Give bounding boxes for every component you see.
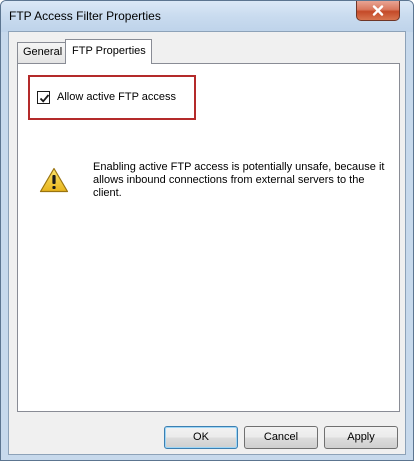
dialog-client-area: General FTP Properties Allow active FTP … bbox=[8, 31, 406, 455]
apply-button[interactable]: Apply bbox=[324, 426, 398, 449]
allow-active-ftp-label[interactable]: Allow active FTP access bbox=[57, 91, 176, 103]
window-title: FTP Access Filter Properties bbox=[9, 9, 161, 23]
ok-button[interactable]: OK bbox=[164, 426, 238, 449]
checkmark-icon bbox=[39, 93, 50, 103]
warning-triangle-icon bbox=[39, 167, 69, 193]
tab-ftp-properties[interactable]: FTP Properties bbox=[65, 39, 152, 64]
close-icon bbox=[372, 5, 384, 16]
tab-general[interactable]: General bbox=[17, 42, 66, 63]
allow-active-ftp-option[interactable]: Allow active FTP access bbox=[37, 90, 176, 104]
allow-active-ftp-checkbox[interactable] bbox=[37, 90, 50, 104]
close-button[interactable] bbox=[356, 1, 400, 21]
ftp-properties-panel: Allow active FTP access Enabling active … bbox=[17, 63, 400, 412]
title-bar[interactable]: FTP Access Filter Properties bbox=[1, 1, 413, 32]
cancel-button[interactable]: Cancel bbox=[244, 426, 318, 449]
dialog-window: FTP Access Filter Properties General FTP… bbox=[0, 0, 414, 461]
warning-message: Enabling active FTP access is potentiall… bbox=[93, 161, 385, 199]
